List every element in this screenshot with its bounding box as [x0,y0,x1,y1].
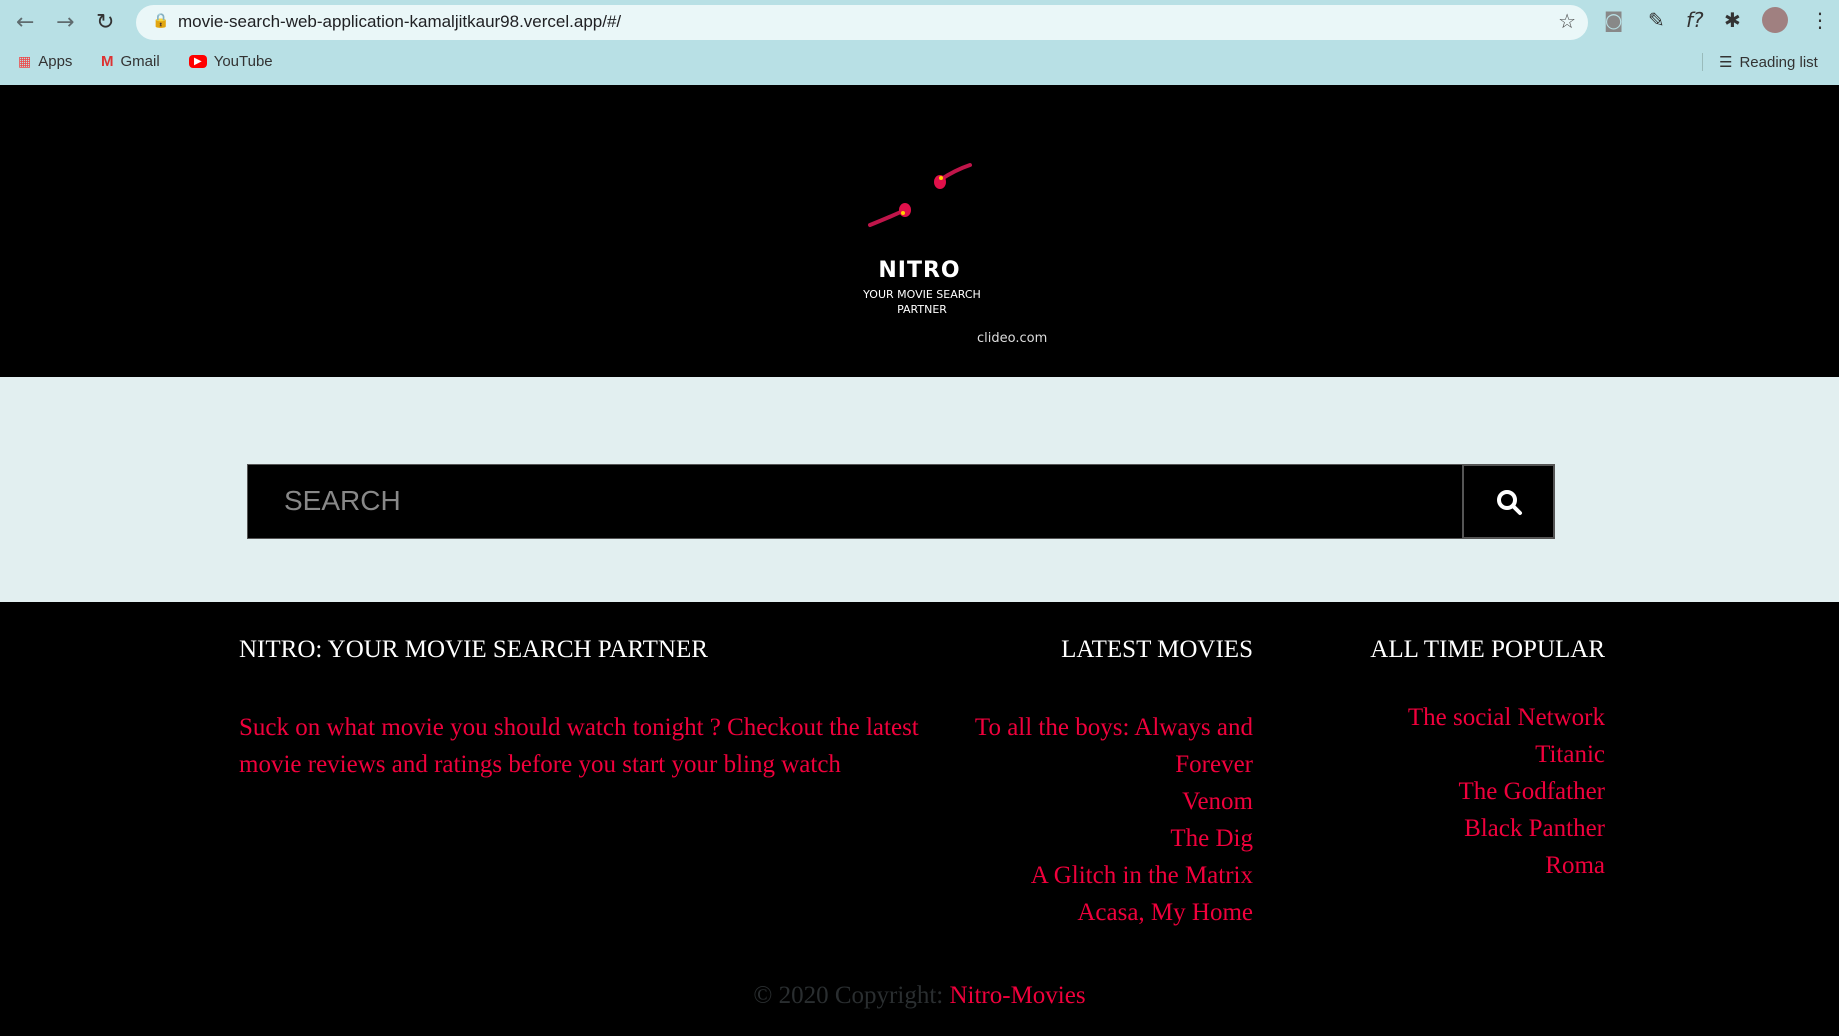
copyright-text: © 2020 Copyright: [753,982,944,1009]
reading-list-icon: ☰ [1719,54,1733,71]
gmail-icon: M [101,53,114,70]
eyedropper-icon[interactable]: ✎ [1648,8,1665,32]
function-icon[interactable]: f? [1686,8,1704,32]
latest-movies-list: To all the boys: Always and Forever Veno… [933,709,1253,931]
latest-movie-link[interactable]: Acasa, My Home [933,894,1253,931]
bookmark-apps[interactable]: ▦ Apps [18,53,72,70]
latest-movie-link[interactable]: Venom [933,783,1253,820]
search-icon [1496,489,1522,515]
brand-link[interactable]: Nitro-Movies [949,982,1085,1009]
popular-movie-link[interactable]: Black Panther [1408,810,1605,847]
lock-icon: 🔒 [152,14,170,29]
back-icon[interactable]: ← [16,10,34,35]
popular-movie-link[interactable]: Roma [1408,847,1605,884]
reading-list-label: Reading list [1739,53,1818,71]
latest-heading: LATEST MOVIES [1061,636,1253,663]
copyright: © 2020 Copyright: Nitro-Movies [0,982,1839,1010]
latest-movie-link[interactable]: A Glitch in the Matrix [933,857,1253,894]
latest-movie-link[interactable]: To all the boys: Always and Forever [933,709,1253,783]
avatar[interactable] [1762,7,1788,33]
reading-list-button[interactable]: ☰ Reading list [1702,53,1818,71]
about-text: Suck on what movie you should watch toni… [239,714,919,778]
latest-movie-link[interactable]: The Dig [933,820,1253,857]
about-heading: NITRO: YOUR MOVIE SEARCH PARTNER [239,636,708,663]
search-button[interactable] [1462,464,1555,539]
extensions-icon[interactable]: ✱ [1724,8,1741,32]
bookmark-label: Gmail [120,53,160,70]
logo-title: NITRO [878,258,961,283]
popular-movie-link[interactable]: The social Network [1408,699,1605,736]
watermark: clideo.com [977,331,1048,346]
logo-graphic [868,163,972,227]
apps-grid-icon: ▦ [18,53,32,69]
camera-icon[interactable]: ◙ [1604,8,1623,32]
bookmark-star-icon[interactable]: ☆ [1558,9,1576,34]
bookmark-label: YouTube [213,53,273,70]
logo-subtitle: YOUR MOVIE SEARCH PARTNER [863,288,981,316]
popular-movie-link[interactable]: The Godfather [1408,773,1605,810]
youtube-icon: ▶ [189,55,207,68]
popular-movie-link[interactable]: Titanic [1408,736,1605,773]
popular-movies-list: The social Network Titanic The Godfather… [1408,699,1605,884]
reload-icon[interactable]: ↻ [96,10,114,35]
browser-chrome: ← → ↻ 🔒 movie-search-web-application-kam… [0,0,1839,85]
forward-icon[interactable]: → [56,10,74,35]
search-input[interactable]: SEARCH [247,464,1463,539]
bookmark-label: Apps [38,53,73,70]
address-bar[interactable]: 🔒 movie-search-web-application-kamaljitk… [136,5,1588,40]
bookmark-gmail[interactable]: M Gmail [101,53,160,70]
url-text[interactable]: movie-search-web-application-kamaljitkau… [178,12,621,32]
bookmark-youtube[interactable]: ▶ YouTube [189,53,273,70]
menu-icon[interactable]: ⋮ [1810,8,1830,32]
popular-heading: ALL TIME POPULAR [1370,636,1605,663]
